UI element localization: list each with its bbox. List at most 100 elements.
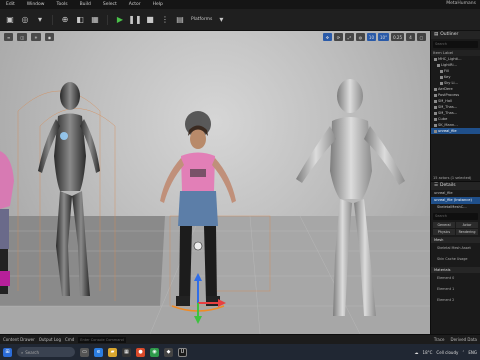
- world-icon[interactable]: ◍: [355, 33, 365, 41]
- menu-edit[interactable]: Edit: [0, 2, 21, 7]
- weather-icon: ☁: [414, 349, 419, 355]
- rotation-snap-value[interactable]: 10°: [378, 33, 390, 41]
- prop-skin-cache-usage: Skin Cache Usage: [437, 257, 468, 261]
- cinematics-icon[interactable]: ▦: [89, 14, 101, 26]
- app-red-icon[interactable]: ●: [136, 347, 145, 357]
- chevron-down-icon[interactable]: ▾: [34, 14, 46, 26]
- scale-snap-value[interactable]: 0.25: [391, 33, 404, 41]
- prop-element-0: Element 0: [437, 276, 455, 280]
- component-row-selected[interactable]: unreal_file (Instance): [431, 197, 480, 204]
- outliner-tab[interactable]: ▤ Outliner: [431, 31, 480, 39]
- lit-button[interactable]: ☀: [31, 33, 41, 41]
- component-row[interactable]: SkeletalMeshC...: [431, 204, 480, 211]
- os-taskbar: ⊞ ⌕ Search ▭ e ▰ ▦ ● ◉ ◆ U ☁ 18°C Cell c…: [0, 344, 480, 360]
- translate-icon[interactable]: ✥: [322, 33, 332, 41]
- main-toolbar: ▣ ◎ ▾ ⊕ ◧ ▦ ▶ ❚❚ ■ ⋮ ▤ Platforms ▾: [0, 9, 480, 31]
- tree-item-label: unreal_file: [438, 129, 457, 133]
- save-icon[interactable]: ▣: [4, 14, 16, 26]
- project-name: MetaHumans: [446, 1, 476, 6]
- cmd-dropdown[interactable]: Cmd: [65, 337, 74, 342]
- viewport-toolbar: ≡ ◫ ☀ ◉ ✥ ⟳ ⤢ ◍ 10 10° 0.25 4 ▢: [0, 31, 430, 43]
- unreal-engine-icon[interactable]: U: [178, 347, 187, 357]
- chevron-down-icon[interactable]: ▾: [215, 14, 227, 26]
- platforms-icon[interactable]: ▤: [174, 14, 186, 26]
- add-actor-icon[interactable]: ⊕: [59, 14, 71, 26]
- file-explorer-icon[interactable]: ▰: [108, 347, 117, 357]
- output-log-button[interactable]: Output Log: [39, 337, 61, 342]
- details-icon: ☰: [434, 183, 439, 188]
- filter-general[interactable]: General: [433, 222, 455, 228]
- outliner-tab-label: Outliner: [440, 32, 459, 37]
- filter-actor[interactable]: Actor: [456, 222, 478, 228]
- blueprint-icon[interactable]: ◧: [74, 14, 86, 26]
- divider: [52, 14, 53, 25]
- light-icon: [440, 69, 443, 73]
- details-tab[interactable]: ☰ Details: [431, 182, 480, 190]
- mesh-icon: [434, 117, 437, 121]
- menu-actor[interactable]: Actor: [123, 2, 147, 7]
- epic-launcher-icon[interactable]: ◆: [164, 347, 173, 357]
- details-search-input[interactable]: Search: [433, 213, 478, 220]
- play-icon[interactable]: ▶: [114, 14, 126, 26]
- menu-help[interactable]: Help: [147, 2, 169, 7]
- status-bar-right: Trace Derived Data: [434, 337, 477, 342]
- show-button[interactable]: ◉: [44, 33, 55, 41]
- task-view-icon[interactable]: ▭: [80, 347, 89, 357]
- pause-icon[interactable]: ❚❚: [128, 14, 141, 26]
- outliner-search-input[interactable]: Search: [433, 41, 478, 48]
- light-icon: [437, 63, 440, 67]
- outliner-icon: ▤: [434, 32, 439, 37]
- viewport-options-button[interactable]: ≡: [4, 33, 14, 41]
- rotate-icon[interactable]: ⟳: [333, 33, 343, 41]
- system-tray: ☁ 18°C Cell cloudy ˄ ENG: [415, 350, 477, 355]
- taskbar-search-placeholder: Search: [25, 349, 39, 355]
- mesh-icon: [434, 123, 437, 127]
- maximize-icon[interactable]: ▢: [417, 33, 426, 41]
- edge-icon[interactable]: e: [94, 347, 103, 357]
- folder-icon: [434, 57, 437, 61]
- tree-item-selected[interactable]: unreal_file: [431, 128, 480, 134]
- filter-rendering[interactable]: Rendering: [456, 229, 478, 235]
- menu-window[interactable]: Window: [21, 2, 51, 7]
- details-filter-grid: General Actor Physics Rendering: [433, 222, 478, 235]
- actor-icon: [434, 93, 437, 97]
- console-command-input[interactable]: Enter Console Command: [78, 336, 127, 343]
- store-icon[interactable]: ▦: [122, 347, 131, 357]
- level-viewport[interactable]: ≡ ◫ ☀ ◉ ✥ ⟳ ⤢ ◍ 10 10° 0.25 4 ▢: [0, 31, 430, 334]
- trace-button[interactable]: Trace: [434, 337, 445, 342]
- weather-temp: 18°C: [422, 349, 433, 355]
- perspective-button[interactable]: ◫: [17, 33, 28, 41]
- scale-icon[interactable]: ⤢: [344, 33, 354, 41]
- grid-snap-value[interactable]: 10: [366, 33, 376, 41]
- platforms-button[interactable]: Platforms: [191, 17, 212, 22]
- select-mode-icon[interactable]: ◎: [19, 14, 31, 26]
- camera-speed-value[interactable]: 4: [406, 33, 415, 41]
- stop-icon[interactable]: ■: [144, 14, 156, 26]
- language-indicator[interactable]: ENG: [468, 350, 477, 355]
- menu-select[interactable]: Select: [97, 2, 123, 7]
- pivot-gizmo: [193, 241, 203, 251]
- taskbar-search-input[interactable]: ⌕ Search: [17, 347, 75, 357]
- chrome-icon[interactable]: ◉: [150, 347, 159, 357]
- mesh-icon: [434, 99, 437, 103]
- viewport-scene[interactable]: [0, 31, 430, 334]
- windows-start-icon[interactable]: ⊞: [3, 347, 12, 357]
- content-drawer-button[interactable]: Content Drawer: [3, 337, 35, 342]
- actor-name-field[interactable]: unreal_file: [431, 190, 480, 197]
- menu-build[interactable]: Build: [74, 2, 97, 7]
- outliner-actor-count: 15 actors (1 selected): [433, 176, 472, 180]
- details-tab-label: Details: [440, 183, 456, 188]
- light-icon: [440, 81, 443, 85]
- prop-element-2: Element 2: [437, 298, 455, 302]
- menu-tools[interactable]: Tools: [50, 2, 73, 7]
- status-bar: Content Drawer Output Log Cmd Enter Cons…: [0, 334, 480, 344]
- prop-skeletal-mesh-asset: Skeletal Mesh Asset: [437, 246, 471, 250]
- play-options-icon[interactable]: ⋮: [159, 14, 171, 26]
- mesh-icon: [434, 129, 437, 133]
- derived-data-button[interactable]: Derived Data: [451, 337, 478, 342]
- search-icon: ⌕: [21, 349, 24, 355]
- weather-desc: Cell cloudy: [436, 349, 459, 355]
- menu-bar: Edit Window Tools Build Select Actor Hel…: [0, 0, 480, 9]
- filter-physics[interactable]: Physics: [433, 229, 455, 235]
- chevron-up-icon[interactable]: ˄: [462, 350, 464, 355]
